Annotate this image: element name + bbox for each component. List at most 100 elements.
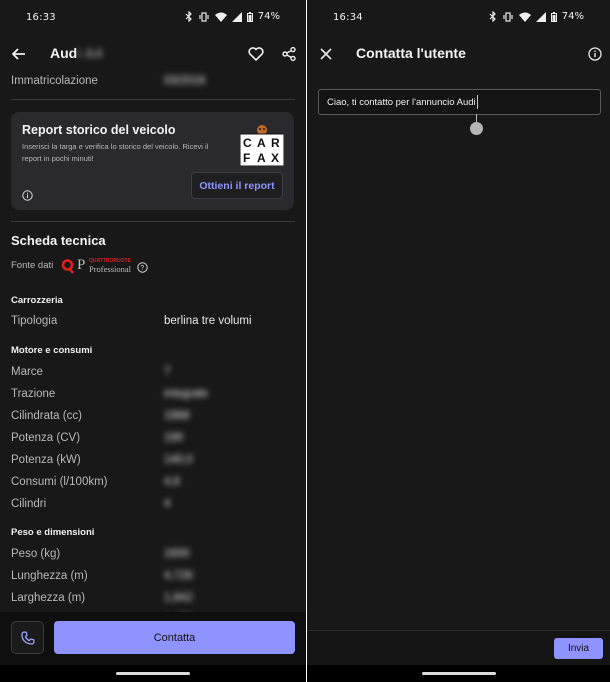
spec-row-label: Trazione <box>11 388 56 400</box>
heart-icon <box>248 47 264 61</box>
message-text: Ciao, ti contatto per l'annuncio Audi <box>327 97 476 108</box>
page-title-redacted: i A4 <box>77 45 103 61</box>
carfax-letter-6: X <box>271 151 279 165</box>
listing-screen: 16:33 74% Audi A4 Immatricolazione 03/20… <box>0 0 306 682</box>
carfax-letter-5: A <box>257 151 266 165</box>
top-app-bar: Audi A4 <box>0 34 306 74</box>
tech-sheet-title: Scheda tecnica <box>11 233 106 248</box>
status-icons: 74% <box>489 11 584 22</box>
send-bar: Invia <box>307 630 610 665</box>
carfax-letter-4: F <box>243 151 250 165</box>
text-cursor <box>477 95 478 109</box>
spec-row-value: 7 <box>164 366 171 378</box>
quattroruote-logo-big: Professional <box>89 264 132 274</box>
signal-icon <box>231 11 242 22</box>
battery-percent: 74% <box>257 11 280 22</box>
quattroruote-q-icon <box>61 259 75 274</box>
phone-icon <box>20 630 35 645</box>
battery-percent: 74% <box>561 11 584 22</box>
spec-section-title: Carrozzeria <box>11 295 63 306</box>
report-card-title: Report storico del veicolo <box>22 123 176 137</box>
data-source-help-button[interactable]: ? <box>137 260 148 278</box>
page-title-text: Aud <box>50 45 78 61</box>
vibrate-icon <box>199 11 209 22</box>
divider <box>11 221 295 222</box>
spec-row-label: Potenza (CV) <box>11 432 81 444</box>
spec-row-label: Marce <box>11 366 43 378</box>
svg-text:?: ? <box>140 265 144 272</box>
spec-row-value: 4 <box>164 498 171 510</box>
spec-row-label: Potenza (kW) <box>11 454 81 466</box>
spec-row-value: 4,726 <box>164 570 193 582</box>
wifi-icon <box>214 12 227 22</box>
data-source-label: Fonte dati <box>11 260 54 271</box>
get-report-button[interactable]: Ottieni il report <box>191 172 283 199</box>
carfax-letter-2: A <box>257 136 266 150</box>
contact-screen: 16:34 74% Contatta l'utente Ciao, ti con… <box>306 0 610 682</box>
spec-row-label: Peso (kg) <box>11 548 61 560</box>
carfax-letter-3: R <box>271 136 280 150</box>
spec-row-label: Tipologia <box>11 315 58 327</box>
spec-row-value: 190 <box>164 432 184 444</box>
back-button[interactable] <box>5 40 33 68</box>
text-selection-handle[interactable] <box>470 122 483 135</box>
home-indicator[interactable] <box>421 672 496 675</box>
report-card-description: Inserisci la targa e verifica lo storico… <box>22 142 209 163</box>
info-icon <box>22 190 33 201</box>
help-icon: ? <box>137 262 148 273</box>
carfax-logo: C A R F A X <box>240 125 284 166</box>
spec-row-label: Consumi (l/100km) <box>11 476 108 488</box>
bluetooth-icon <box>489 11 496 22</box>
quattroruote-p-glyph: P <box>77 257 86 273</box>
info-icon <box>588 47 602 61</box>
spec-row-label: Cilindrata (cc) <box>11 410 82 422</box>
vehicle-report-card: Report storico del veicolo Inserisci la … <box>11 112 294 210</box>
divider <box>11 99 295 100</box>
status-bar: 16:33 74% <box>0 0 306 34</box>
spec-row-label: Larghezza (m) <box>11 592 86 604</box>
spec-row-value: berlina tre volumi <box>164 315 252 327</box>
battery-icon <box>246 11 253 22</box>
spec-section-title: Peso e dimensioni <box>11 527 95 538</box>
status-bar: 16:34 74% <box>307 0 610 34</box>
spec-row-value: 1968 <box>164 410 190 422</box>
status-icons: 74% <box>185 11 280 22</box>
report-info-button[interactable] <box>22 188 33 206</box>
send-button[interactable]: Invia <box>554 638 603 659</box>
spec-row-value: 140,0 <box>164 454 193 466</box>
close-button[interactable] <box>312 40 340 68</box>
contact-button[interactable]: Contatta <box>54 621 295 654</box>
battery-icon <box>550 11 557 22</box>
quattroruote-logo: P QUATTRORUOTE Professional <box>61 257 131 275</box>
registration-label: Immatricolazione <box>11 75 98 87</box>
gesture-nav-bar <box>0 665 306 682</box>
status-time: 16:34 <box>333 12 363 23</box>
share-button[interactable] <box>275 40 303 68</box>
home-indicator[interactable] <box>116 672 190 675</box>
wifi-icon <box>518 12 531 22</box>
spec-row-label: Lunghezza (m) <box>11 570 88 582</box>
spec-row-value: 1,842 <box>164 592 193 604</box>
registration-value: 03/2016 <box>164 75 206 87</box>
call-button[interactable] <box>11 621 44 654</box>
favorite-button[interactable] <box>242 40 270 68</box>
spec-row-value: integrale <box>164 388 209 400</box>
close-icon <box>320 48 332 60</box>
status-time: 16:33 <box>26 12 56 23</box>
signal-icon <box>535 11 546 22</box>
arrow-back-icon <box>12 48 25 60</box>
page-title: Contatta l'utente <box>356 45 466 61</box>
spec-row-value: 1600 <box>164 548 190 560</box>
vibrate-icon <box>503 11 513 22</box>
info-button[interactable] <box>581 40 609 68</box>
gesture-nav-bar <box>307 665 610 682</box>
spec-row-value: 4,6 <box>164 476 180 488</box>
top-app-bar: Contatta l'utente <box>307 34 610 74</box>
share-icon <box>282 47 296 61</box>
bottom-action-bar: Contatta <box>0 612 306 665</box>
message-input[interactable]: Ciao, ti contatto per l'annuncio Audi <box>318 89 601 115</box>
bluetooth-icon <box>185 11 192 22</box>
spec-section-title: Motore e consumi <box>11 345 93 356</box>
page-title: Audi A4 <box>50 45 102 61</box>
spec-row-label: Cilindri <box>11 498 47 510</box>
